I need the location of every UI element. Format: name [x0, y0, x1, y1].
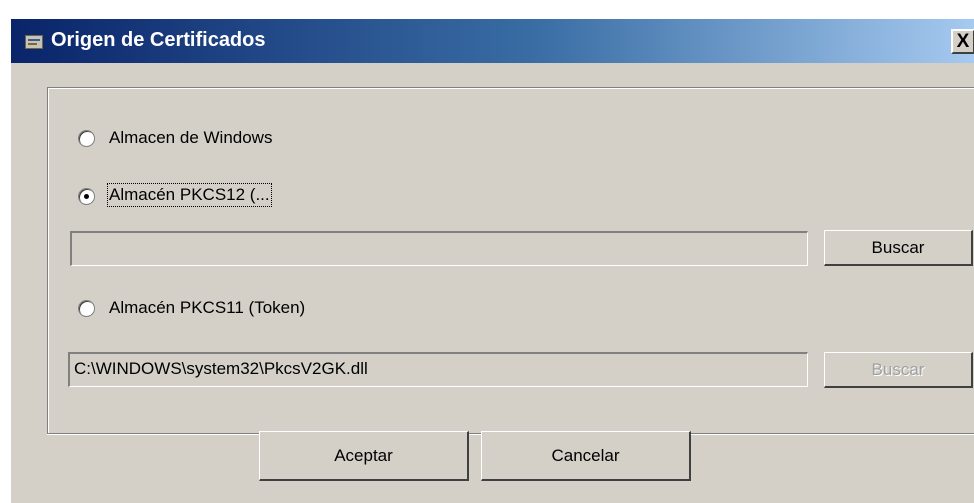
accept-button[interactable]: Aceptar — [259, 431, 469, 481]
close-icon: X — [956, 31, 970, 52]
application-icon — [25, 35, 43, 49]
pkcs12-label[interactable]: Almacén PKCS12 (... — [107, 183, 272, 207]
pkcs12-radio[interactable] — [78, 188, 95, 205]
cancel-button[interactable]: Cancelar — [481, 431, 691, 481]
pkcs11-label[interactable]: Almacén PKCS11 (Token) — [109, 298, 305, 318]
pkcs11-path-field[interactable]: C:\WINDOWS\system32\PkcsV2GK.dll — [68, 352, 808, 387]
pkcs12-browse-button[interactable]: Buscar — [824, 230, 973, 266]
radio-selected-dot — [84, 194, 89, 199]
title-bar[interactable]: Origen de Certificados X — [11, 19, 974, 63]
pkcs11-browse-button: Buscar — [824, 352, 973, 388]
certificate-origin-dialog: Origen de Certificados X Almacen de Wind… — [10, 18, 974, 503]
close-button[interactable]: X — [951, 29, 974, 54]
windows-store-radio[interactable] — [78, 130, 95, 147]
window-title: Origen de Certificados — [51, 29, 266, 51]
windows-store-label[interactable]: Almacen de Windows — [109, 128, 272, 148]
pkcs12-path-field[interactable] — [70, 231, 808, 266]
pkcs11-radio[interactable] — [78, 300, 95, 317]
certificate-source-group: Almacen de Windows Almacén PKCS12 (... B… — [47, 87, 974, 434]
